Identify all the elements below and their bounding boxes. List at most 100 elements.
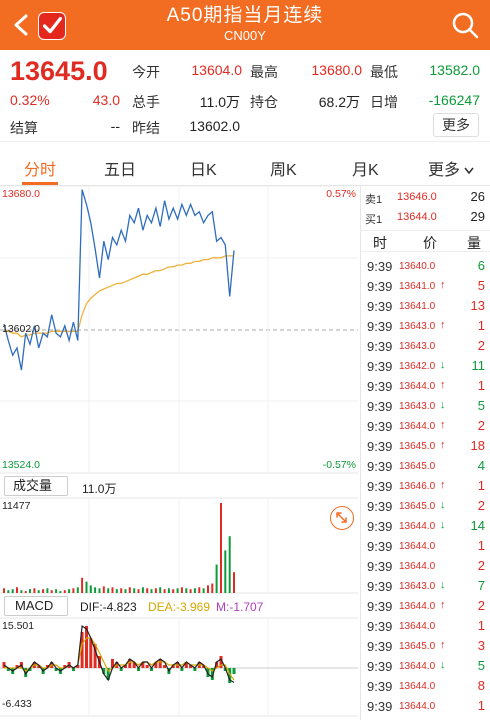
tick-time: 9:39	[367, 299, 393, 314]
sell-1-price: 13646.0	[397, 191, 437, 203]
oi-increase-label: 日增	[370, 94, 398, 110]
app-header: A50期指当月连续 CN00Y	[0, 0, 490, 50]
pct-min-label: -0.57%	[322, 459, 356, 471]
tick-row: 9:39 13644.0 1	[361, 536, 490, 556]
volume-bar	[68, 589, 71, 593]
price-max-label: 13680.0	[2, 188, 40, 200]
volume-bar	[55, 589, 58, 593]
tick-time: 9:39	[367, 579, 393, 594]
tick-volume: 2	[477, 418, 485, 433]
ticks-header-time: 时	[373, 235, 387, 251]
order-book-panel: 卖1 13646.0 26 买1 13644.0 29 时 价 量 9:39 13…	[360, 186, 490, 720]
volume-bar	[98, 588, 101, 593]
volume-bar	[233, 572, 235, 593]
volume-bar	[124, 589, 127, 593]
tick-volume: 1	[477, 618, 485, 633]
tick-price: 13641.0	[399, 301, 436, 312]
tick-time: 9:39	[367, 479, 393, 494]
tab-five-day[interactable]: 五日	[104, 156, 136, 180]
oi-increase-value: -166247	[428, 92, 480, 108]
tab-daily-k[interactable]: 日K	[190, 156, 217, 180]
open-label: 今开	[132, 64, 160, 80]
volume-bar	[72, 588, 75, 593]
volume-bar	[224, 550, 227, 593]
volume-bar	[137, 589, 140, 593]
open-interest-label: 持仓	[250, 94, 278, 110]
volume-bar	[102, 586, 105, 593]
tick-row: 9:39 13644.0 8	[361, 676, 490, 696]
price-min-label: 13524.0	[2, 459, 40, 471]
tick-price: 13643.0	[399, 341, 436, 352]
tick-price: 13644.0	[399, 701, 436, 712]
tick-volume: 1	[477, 698, 485, 713]
tick-volume: 2	[477, 498, 485, 513]
volume-bar	[154, 588, 157, 593]
volume-bar	[176, 588, 179, 593]
volume-bar	[89, 585, 92, 593]
tick-volume: 2	[477, 558, 485, 573]
tick-price: 13644.0	[399, 421, 436, 432]
volume-bar	[193, 588, 196, 593]
tick-row: 9:39 13644.0 ↑ 2	[361, 416, 490, 436]
tick-price: 13644.0	[399, 521, 436, 532]
price-mid-label: 13602.0	[2, 323, 40, 335]
expand-icon	[336, 512, 347, 523]
tick-direction: ↑	[440, 419, 446, 431]
volume-bar	[94, 587, 97, 593]
open-interest-value: 68.2万	[318, 94, 360, 110]
tick-price: 13646.0	[399, 481, 436, 492]
high-label: 最高	[250, 64, 278, 80]
tick-price: 13644.0	[399, 601, 436, 612]
tick-time: 9:39	[367, 559, 393, 574]
volume-bar	[59, 591, 62, 593]
tick-row: 9:39 13646.0 ↑ 1	[361, 476, 490, 496]
tick-price: 13642.0	[399, 361, 436, 372]
fullscreen-button[interactable]	[330, 506, 354, 530]
buy-1-row: 买1 13644.0 29	[361, 208, 490, 228]
tick-volume: 2	[477, 598, 485, 613]
tab-monthly-k[interactable]: 月K	[352, 156, 379, 180]
tick-row: 9:39 13645.0 ↑ 3	[361, 636, 490, 656]
page-title: A50期指当月连续	[166, 5, 324, 26]
tab-more[interactable]: 更多	[428, 156, 474, 180]
sell-1-row: 卖1 13646.0 26	[361, 188, 490, 208]
prev-settle-value: 13602.0	[189, 118, 240, 134]
macd-indicator-select[interactable]: MACD	[4, 596, 68, 616]
tick-price: 13644.0	[399, 561, 436, 572]
tab-intraday[interactable]: 分时	[24, 156, 56, 180]
more-details-button[interactable]: 更多	[433, 113, 479, 137]
tick-time: 9:39	[367, 699, 393, 714]
ticks-header: 时 价 量	[361, 230, 490, 252]
volume-bar	[42, 589, 45, 593]
volume-bar	[150, 589, 153, 593]
tick-price: 13643.0	[399, 321, 436, 332]
volume-bar	[163, 589, 166, 593]
tick-row: 9:39 13643.0 ↓ 5	[361, 396, 490, 416]
tab-weekly-k[interactable]: 周K	[270, 156, 297, 180]
sell-1-volume: 26	[470, 189, 485, 204]
macd-m-value: M:-1.707	[216, 600, 264, 614]
tick-direction: ↑	[440, 379, 446, 391]
search-button[interactable]	[450, 10, 480, 40]
volume-max-label: 11477	[2, 500, 31, 512]
volume-bar	[11, 589, 14, 593]
intraday-chart[interactable]: 13680.0 0.57% 13602.0 13524.0 -0.57% 成交量…	[0, 185, 358, 720]
back-button[interactable]	[6, 6, 68, 44]
chevron-left-icon	[14, 14, 28, 36]
quote-summary: 13645.0 0.32% 43.0 今开 13604.0 最高 13680.0…	[0, 50, 490, 142]
change-percent: 0.32%	[10, 92, 50, 108]
macd-bar	[145, 665, 149, 668]
tick-time: 9:39	[367, 459, 393, 474]
volume-bar	[198, 587, 201, 593]
macd-bar	[232, 668, 236, 674]
tick-volume: 1	[477, 318, 485, 333]
volume-bar	[50, 590, 53, 593]
tick-volume: 5	[477, 278, 485, 293]
tick-price: 13640.0	[399, 261, 436, 272]
volume-indicator-select[interactable]: 成交量	[4, 476, 68, 496]
volume-bar	[189, 589, 192, 593]
active-tab-indicator	[22, 182, 58, 185]
macd-dif-line	[3, 624, 235, 683]
tick-row: 9:39 13643.0 ↑ 1	[361, 316, 490, 336]
tick-volume: 3	[477, 638, 485, 653]
